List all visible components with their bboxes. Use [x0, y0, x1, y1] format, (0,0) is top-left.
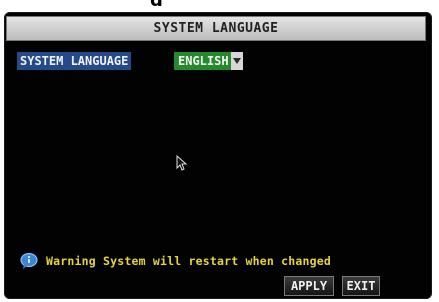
exit-button[interactable]: EXIT [342, 276, 380, 296]
info-icon [20, 252, 38, 270]
cropped-heading-fragment: g [150, 0, 163, 6]
warning-text: Warning System will restart when changed [46, 254, 331, 268]
language-select[interactable]: ENGLISH [174, 52, 243, 70]
chevron-down-icon[interactable] [230, 52, 243, 70]
apply-button[interactable]: APPLY [284, 276, 334, 296]
title-bar: SYSTEM LANGUAGE [6, 16, 426, 41]
dvr-menu-screen: SYSTEM LANGUAGE SYSTEM LANGUAGE ENGLISH … [4, 12, 432, 299]
window-title: SYSTEM LANGUAGE [153, 21, 279, 36]
system-language-label: SYSTEM LANGUAGE [17, 52, 132, 70]
language-select-value: ENGLISH [174, 52, 231, 70]
mouse-pointer-icon [176, 154, 188, 171]
warning-message: Warning System will restart when changed [20, 252, 331, 270]
